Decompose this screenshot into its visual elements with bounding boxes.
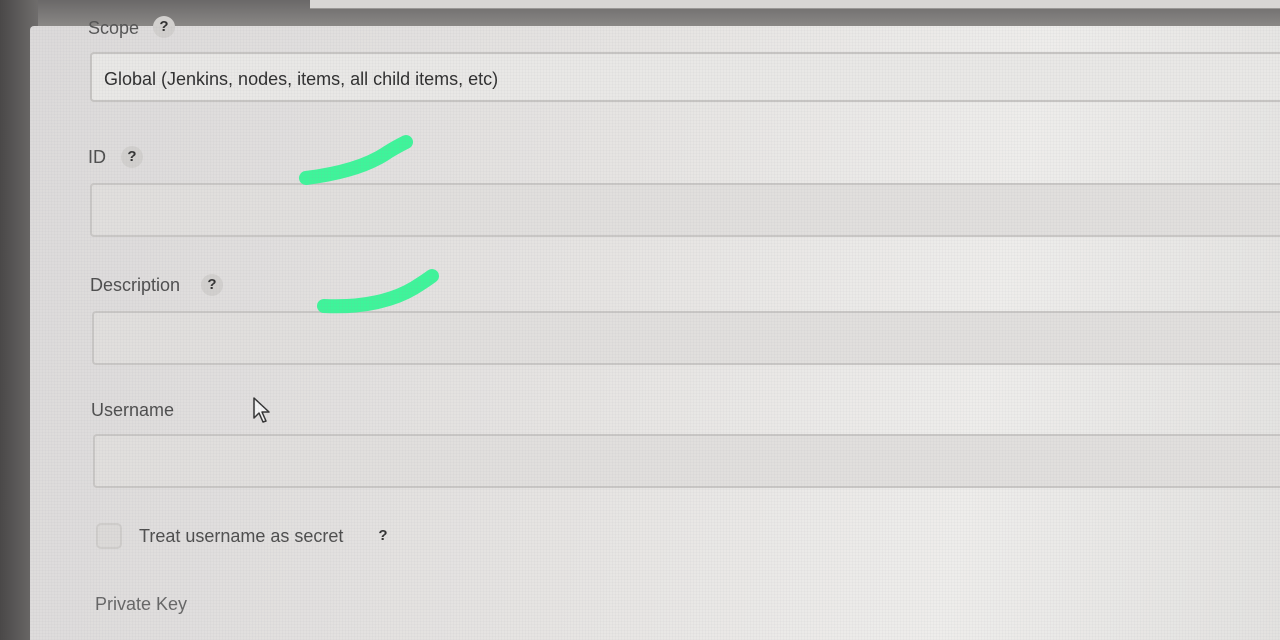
mouse-cursor-icon: [253, 397, 270, 423]
private-key-label: Private Key: [95, 594, 188, 614]
green-marker-scribble: [317, 269, 439, 314]
id-input[interactable]: [90, 183, 1280, 237]
description-label: Description: [90, 275, 181, 295]
username-label: Username: [91, 400, 175, 420]
scope-help-icon[interactable]: ?: [153, 16, 175, 38]
browser-window-edge: [310, 0, 1280, 9]
scope-label: Scope: [88, 18, 140, 38]
treat-username-secret-checkbox[interactable]: [96, 523, 122, 549]
treat-secret-help-icon[interactable]: ?: [372, 525, 394, 547]
credentials-form-page: Scope ? Global (Jenkins, nodes, items, a…: [30, 16, 1280, 640]
username-input[interactable]: [93, 434, 1280, 488]
description-help-icon[interactable]: ?: [201, 274, 223, 296]
treat-username-secret-label: Treat username as secret: [139, 526, 344, 546]
monitor-bezel-top: [0, 0, 1280, 28]
description-input[interactable]: [92, 311, 1280, 365]
green-marker-scribble: [299, 135, 413, 185]
id-label: ID: [88, 147, 106, 167]
scope-select[interactable]: Global (Jenkins, nodes, items, all child…: [90, 52, 1280, 102]
id-help-icon[interactable]: ?: [121, 146, 143, 168]
